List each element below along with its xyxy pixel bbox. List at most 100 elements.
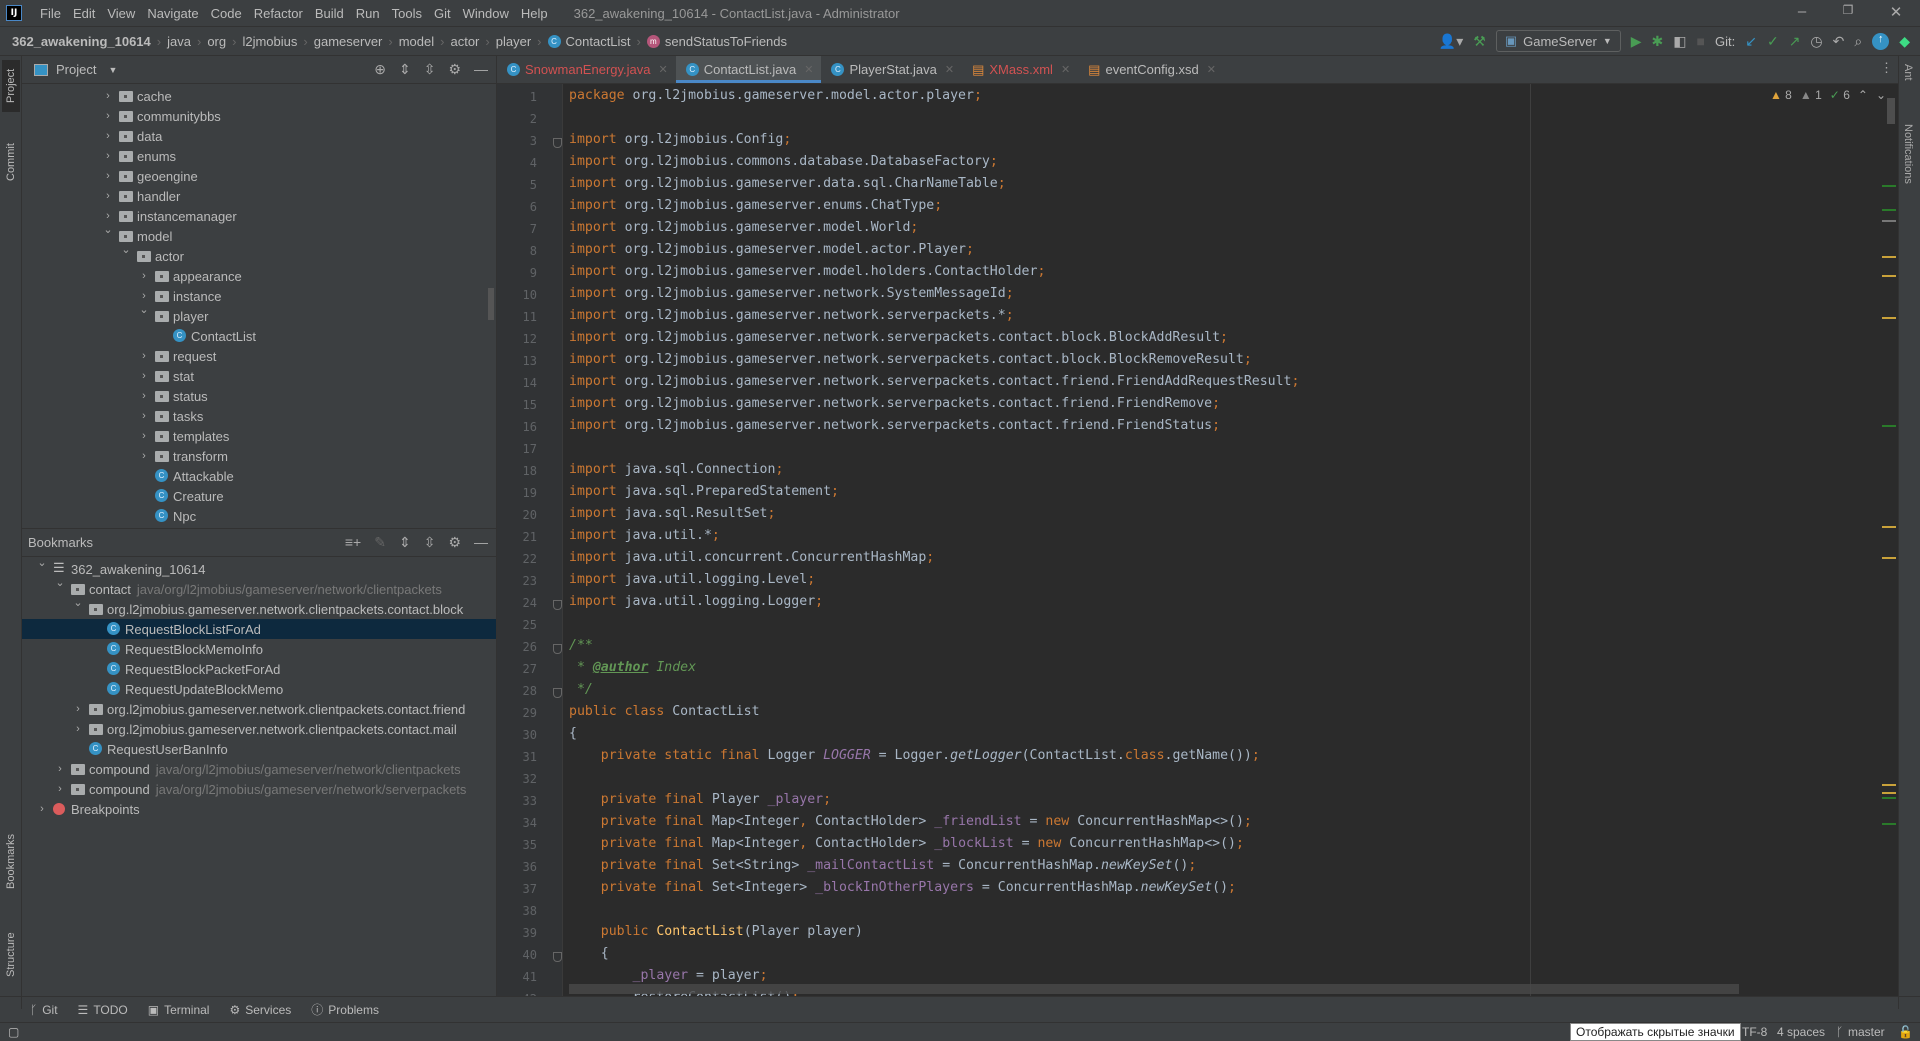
error-stripe-mark[interactable] <box>1882 317 1896 320</box>
error-stripe-mark[interactable] <box>1882 526 1896 529</box>
tree-item[interactable]: ⌄ org.l2jmobius.gameserver.network.client… <box>22 596 496 619</box>
coverage-icon[interactable]: ◧ <box>1673 33 1686 50</box>
more-tabs-icon[interactable]: ⋮ <box>1880 60 1893 76</box>
tree-item[interactable]: C RequestBlockPacketForAd <box>22 659 496 679</box>
breadcrumb-item[interactable]: 362_awakening_10614 <box>12 34 151 49</box>
user-icon[interactable]: 👤▾ <box>1439 33 1463 50</box>
tree-item[interactable]: › appearance <box>22 266 496 286</box>
horizontal-scrollbar[interactable] <box>569 984 1739 994</box>
close-tab-icon[interactable]: ✕ <box>1207 63 1216 76</box>
close-tab-icon[interactable]: ✕ <box>1061 63 1070 76</box>
hide-icon[interactable]: — <box>474 534 488 551</box>
tree-item[interactable]: › cache <box>22 86 496 106</box>
tree-item[interactable]: › compound java/org/l2jmobius/gameserver/n… <box>22 779 496 799</box>
toggle-tool-windows-icon[interactable]: ▢ <box>8 1025 19 1039</box>
breadcrumb-item[interactable]: org <box>207 34 226 49</box>
menu-file[interactable]: File <box>34 6 67 21</box>
next-highlight-icon[interactable]: ⌄ <box>1876 88 1886 102</box>
chevron-down-icon[interactable]: ⌄ <box>120 243 132 256</box>
breadcrumb-item[interactable]: gameserver <box>314 34 383 49</box>
edit-pencil-icon[interactable]: ✎ <box>374 534 386 551</box>
error-stripe-mark[interactable] <box>1882 425 1896 427</box>
tool-tab-structure[interactable]: Structure <box>2 920 20 990</box>
close-tab-icon[interactable]: ✕ <box>945 63 954 76</box>
tree-item[interactable]: C Attackable <box>22 466 496 486</box>
menu-code[interactable]: Code <box>205 6 248 21</box>
git-update-icon[interactable]: ↙ <box>1745 33 1757 50</box>
tree-item[interactable]: › transform <box>22 446 496 466</box>
tree-item[interactable]: › geoengine <box>22 166 496 186</box>
tool-window-problems[interactable]: ⓘ Problems <box>311 1001 379 1018</box>
locate-icon[interactable]: ⊕ <box>374 61 386 78</box>
tree-item[interactable]: › instancemanager <box>22 206 496 226</box>
fold-marker-icon[interactable] <box>553 952 562 962</box>
close-button[interactable]: ✕ <box>1876 3 1916 21</box>
lock-icon[interactable]: 🔓 <box>1898 1025 1913 1039</box>
breadcrumb-method[interactable]: m sendStatusToFriends <box>646 34 787 49</box>
fold-marker-icon[interactable] <box>553 600 562 610</box>
chevron-right-icon[interactable]: › <box>54 763 66 775</box>
git-commit-icon[interactable]: ✓ <box>1767 33 1779 50</box>
chevron-right-icon[interactable]: › <box>102 90 114 102</box>
tree-item[interactable]: › compound java/org/l2jmobius/gameserver/n… <box>22 759 496 779</box>
gear-icon[interactable]: ⚙ <box>448 61 461 78</box>
chevron-right-icon[interactable]: › <box>138 270 150 282</box>
chevron-right-icon[interactable]: › <box>72 723 84 735</box>
chevron-right-icon[interactable]: › <box>138 350 150 362</box>
breadcrumb-item[interactable]: actor <box>450 34 479 49</box>
breadcrumb-item[interactable]: l2jmobius <box>242 34 297 49</box>
error-stripe-mark[interactable] <box>1882 185 1896 188</box>
breadcrumb-item[interactable]: model <box>399 34 434 49</box>
chevron-right-icon[interactable]: › <box>72 703 84 715</box>
expand-all-icon[interactable]: ⇕ <box>399 534 411 551</box>
tool-window-git[interactable]: ᚴ Git <box>30 1003 58 1017</box>
file-encoding[interactable]: TF-8 <box>1742 1025 1767 1039</box>
breadcrumb-class[interactable]: C ContactList <box>547 34 631 49</box>
run-configuration-dropdown[interactable]: ▣ GameServer ▼ <box>1495 30 1621 52</box>
tree-item[interactable]: › templates <box>22 426 496 446</box>
tree-item[interactable]: ⌄ contact java/org/l2jmobius/gameserver/ne… <box>22 577 496 599</box>
menu-navigate[interactable]: Navigate <box>141 6 204 21</box>
debug-icon[interactable]: ✱ <box>1652 33 1664 50</box>
rollback-icon[interactable]: ↶ <box>1833 33 1845 50</box>
error-stripe-mark[interactable] <box>1882 796 1896 799</box>
tree-item[interactable]: › status <box>22 386 496 406</box>
tool-window-services[interactable]: ⚙ Services <box>229 1003 291 1017</box>
minimize-button[interactable]: – <box>1782 3 1822 20</box>
menu-edit[interactable]: Edit <box>67 6 101 21</box>
git-branch[interactable]: master <box>1848 1025 1885 1039</box>
chevron-down-icon[interactable]: ⌄ <box>102 223 114 236</box>
chevron-right-icon[interactable]: › <box>102 110 114 122</box>
search-icon[interactable]: ⌕ <box>1854 33 1862 50</box>
restore-button[interactable]: ❐ <box>1828 3 1868 17</box>
editor-tab[interactable]: C PlayerStat.java ✕ <box>821 56 962 83</box>
scrollbar-thumb[interactable] <box>488 288 494 320</box>
chevron-down-icon[interactable]: ⌄ <box>72 596 84 609</box>
tree-item[interactable]: ⌄ ☰ 362_awakening_10614 <box>22 557 496 579</box>
error-stripe-mark[interactable] <box>1882 209 1896 212</box>
tree-item[interactable]: › tasks <box>22 406 496 426</box>
tree-item[interactable]: › handler <box>22 186 496 206</box>
chevron-right-icon[interactable]: › <box>102 210 114 222</box>
chevron-right-icon[interactable]: › <box>54 783 66 795</box>
tree-item[interactable]: › org.l2jmobius.gameserver.network.client… <box>22 719 496 739</box>
close-tab-icon[interactable]: ✕ <box>804 63 813 76</box>
tool-tab-bookmarks[interactable]: Bookmarks <box>2 826 20 896</box>
previous-highlight-icon[interactable]: ⌃ <box>1858 88 1868 102</box>
build-hammer-icon[interactable]: ⚒ <box>1473 33 1486 50</box>
menu-run[interactable]: Run <box>350 6 386 21</box>
menu-refactor[interactable]: Refactor <box>248 6 309 21</box>
tree-item[interactable]: C RequestBlockListForAd <box>22 619 496 639</box>
tree-item[interactable]: › communitybbs <box>22 106 496 126</box>
editor-tab[interactable]: ▤ XMass.xml ✕ <box>962 56 1078 83</box>
collapse-all-icon[interactable]: ⇳ <box>424 534 436 551</box>
tree-item[interactable]: C Npc <box>22 506 496 526</box>
tree-item[interactable]: C RequestBlockMemoInfo <box>22 639 496 659</box>
tree-item[interactable]: C RequestUpdateBlockMemo <box>22 679 496 699</box>
project-view-selector[interactable]: Project <box>56 62 96 77</box>
fold-marker-icon[interactable] <box>553 688 562 698</box>
chevron-right-icon[interactable]: › <box>102 170 114 182</box>
breadcrumb-item[interactable]: java <box>167 34 191 49</box>
editor-tab[interactable]: C SnowmanEnergy.java ✕ <box>497 56 676 83</box>
chevron-right-icon[interactable]: › <box>102 190 114 202</box>
